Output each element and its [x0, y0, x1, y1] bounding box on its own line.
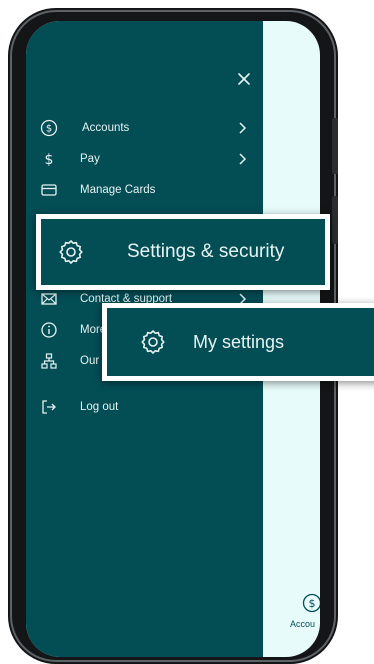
phone-side-button — [332, 118, 338, 174]
settings-security-label: Settings & security — [127, 241, 285, 262]
svg-text:$: $ — [309, 597, 316, 610]
menu-item-manage-cards[interactable]: Manage Cards — [26, 177, 263, 203]
menu-item-pay[interactable]: $ Pay — [26, 146, 263, 172]
phone-side-button — [332, 196, 338, 244]
menu-item-log-out[interactable]: Log out — [26, 394, 263, 420]
menu-item-label: Accounts — [82, 122, 130, 134]
network-icon — [40, 352, 58, 370]
menu-item-label: Pay — [80, 153, 100, 165]
my-settings-label: My settings — [193, 331, 285, 352]
dollar-circle-icon[interactable]: $ — [302, 593, 320, 613]
bottom-nav-label[interactable]: Accou — [290, 619, 315, 629]
svg-text:$: $ — [45, 152, 54, 168]
close-icon[interactable] — [234, 70, 254, 90]
menu-item-accounts[interactable]: $ Accounts — [26, 115, 263, 141]
chevron-right-icon — [237, 152, 247, 166]
my-settings-callout[interactable]: My settings — [102, 303, 374, 381]
gear-icon — [139, 328, 167, 356]
dollar-circle-icon: $ — [40, 119, 58, 137]
logout-icon — [40, 398, 58, 416]
chevron-right-icon — [237, 121, 247, 135]
menu-item-label: Log out — [80, 401, 119, 413]
svg-text:$: $ — [46, 124, 52, 135]
gear-icon — [57, 238, 85, 266]
settings-security-callout[interactable]: Settings & security — [36, 214, 330, 290]
dollar-sign-icon: $ — [40, 150, 58, 168]
info-icon — [40, 321, 58, 339]
card-icon — [40, 181, 58, 199]
mail-icon — [40, 290, 58, 308]
menu-item-label: Manage Cards — [80, 184, 156, 196]
